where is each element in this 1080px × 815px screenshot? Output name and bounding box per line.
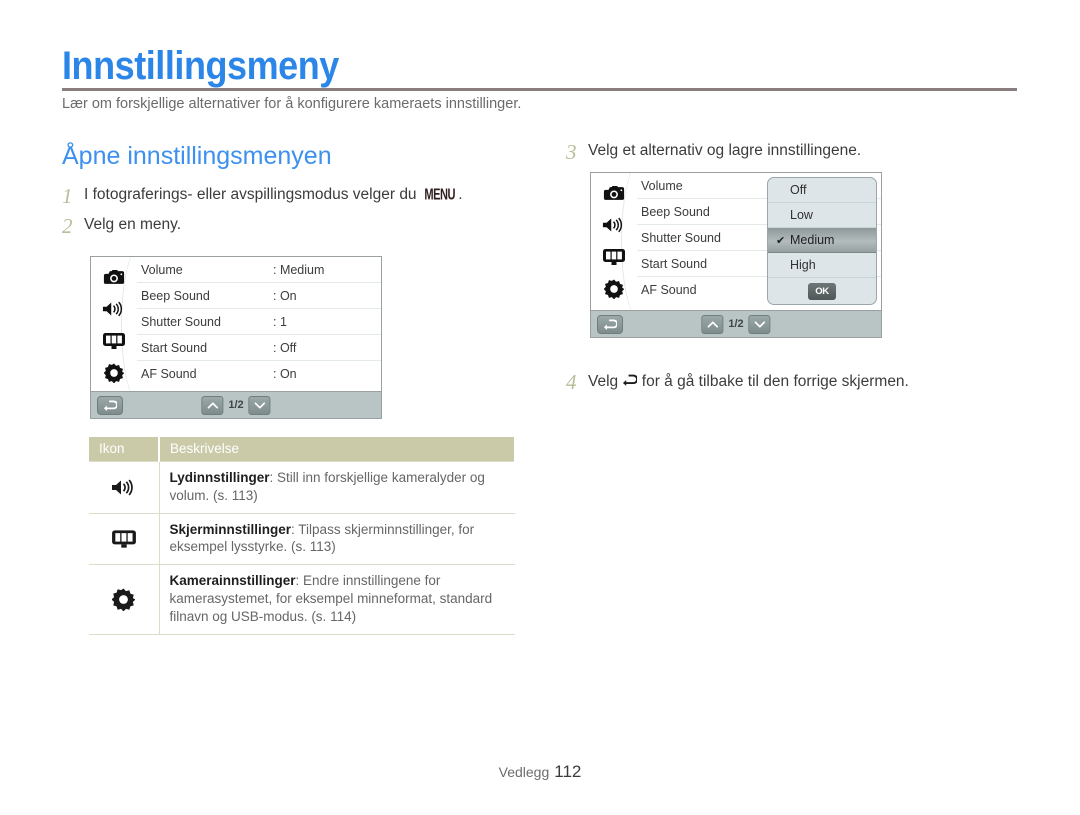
page-indicator: 1/2 bbox=[728, 318, 744, 330]
speaker-icon[interactable] bbox=[97, 297, 131, 321]
step-1-text: I fotograferings- eller avspillingsmodus… bbox=[84, 186, 463, 204]
dropdown-option-high[interactable]: High bbox=[768, 253, 876, 278]
column-header-description: Beskrivelse bbox=[159, 437, 516, 462]
menu-button-glyph-icon: MENU bbox=[424, 185, 455, 204]
step-2-number: 2 bbox=[62, 214, 73, 238]
camera-screen-1-rows: Volume : Medium Beep Sound : On Shutter … bbox=[137, 257, 381, 391]
dropdown-option-low[interactable]: Low bbox=[768, 203, 876, 228]
volume-options-dropdown[interactable]: Off Low ✔ Medium High OK bbox=[767, 177, 877, 305]
row-label: AF Sound bbox=[141, 367, 197, 381]
camera-screen-volume-dropdown[interactable]: Volume Beep Sound Shutter Sound Start So… bbox=[590, 172, 882, 338]
dropdown-option-medium[interactable]: ✔ Medium bbox=[768, 228, 876, 253]
table-header: Ikon Beskrivelse bbox=[89, 437, 516, 462]
section-heading: Åpne innstillingsmenyen bbox=[62, 142, 332, 170]
camera-screen-2-icon-rail bbox=[591, 173, 637, 310]
table-body: Lydinnstillinger: Still inn forskjellige… bbox=[89, 461, 515, 635]
table-term: Lydinnstillinger bbox=[169, 470, 270, 485]
row-value: : 1 bbox=[273, 314, 287, 329]
step-1-text-before: I fotograferings- eller avspillingsmodus… bbox=[84, 186, 421, 203]
dropdown-footer: OK bbox=[768, 278, 876, 304]
camera-screen-1-bottom-bar: 1/2 bbox=[91, 391, 381, 418]
page-down-button[interactable] bbox=[748, 314, 771, 334]
dropdown-option-label: Medium bbox=[790, 233, 835, 247]
table-term: Kamerainnstillinger bbox=[169, 573, 296, 589]
table-cell-description: Kamerainnstillinger: Endre innstillingen… bbox=[159, 564, 515, 635]
pager: 1/2 bbox=[201, 395, 271, 415]
back-button[interactable] bbox=[597, 314, 623, 334]
row-value: : Medium bbox=[273, 262, 325, 277]
camera-screen-1-icon-rail bbox=[91, 257, 137, 391]
footer-page-number: 112 bbox=[554, 762, 582, 781]
gear-icon[interactable] bbox=[597, 277, 631, 301]
row-value: : Off bbox=[273, 340, 297, 355]
camera-screen-1-body: Volume : Medium Beep Sound : On Shutter … bbox=[91, 257, 381, 391]
row-label: Beep Sound bbox=[141, 288, 210, 303]
footer-label: Vedlegg bbox=[498, 764, 550, 780]
camera-screen-2-bottom-bar: 1/2 bbox=[591, 310, 881, 337]
display-icon bbox=[89, 512, 160, 566]
table-row: Lydinnstillinger: Still inn forskjellige… bbox=[89, 461, 515, 514]
camera-menu-row[interactable]: Beep Sound : On bbox=[137, 283, 381, 309]
step-4: 4 Velg for å gå tilbake til den forrige … bbox=[566, 372, 909, 393]
row-label: Shutter Sound bbox=[141, 314, 221, 329]
title-divider bbox=[62, 88, 1017, 91]
step-4-text-after: for å gå tilbake til den forrige skjerme… bbox=[637, 373, 909, 390]
step-1-text-after: . bbox=[458, 186, 463, 203]
camera-menu-row[interactable]: Shutter Sound : 1 bbox=[137, 309, 381, 335]
step-3-text: Velg et alternativ og lagre innstillinge… bbox=[588, 142, 862, 159]
table-cell-description: Skjerminnstillinger: Tilpass skjerminnst… bbox=[159, 512, 515, 566]
camera-menu-row[interactable]: Volume : Medium bbox=[137, 257, 381, 283]
dropdown-option-off[interactable]: Off bbox=[768, 178, 876, 203]
page-title: Innstillingsmeny bbox=[62, 44, 339, 88]
speaker-icon bbox=[89, 461, 160, 514]
gear-icon bbox=[89, 564, 160, 635]
speaker-icon[interactable] bbox=[597, 213, 631, 237]
step-3-number: 3 bbox=[566, 140, 577, 164]
icon-description-table: Ikon Beskrivelse Lydinnstillinger: Still… bbox=[89, 437, 516, 635]
page-down-button[interactable] bbox=[248, 395, 271, 415]
camera-menu-row[interactable]: Start Sound : Off bbox=[137, 335, 381, 361]
gear-icon[interactable] bbox=[97, 361, 131, 385]
step-4-number: 4 bbox=[566, 370, 577, 394]
table-row: Kamerainnstillinger: Endre innstillingen… bbox=[89, 564, 515, 635]
row-label: Volume bbox=[141, 262, 183, 277]
page-indicator: 1/2 bbox=[228, 399, 244, 411]
column-header-icon: Ikon bbox=[89, 437, 160, 462]
camera-icon[interactable] bbox=[597, 181, 631, 205]
ok-button[interactable]: OK bbox=[808, 283, 836, 300]
step-1-number: 1 bbox=[62, 184, 73, 208]
row-value: : On bbox=[273, 367, 297, 381]
step-2: 2 Velg en meny. bbox=[62, 216, 181, 237]
dropdown-option-label: Off bbox=[790, 183, 807, 197]
table-cell-description: Lydinnstillinger: Still inn forskjellige… bbox=[159, 461, 515, 514]
display-icon[interactable] bbox=[97, 329, 131, 353]
page-up-button[interactable] bbox=[201, 395, 224, 415]
document-page: Innstillingsmeny Lær om forskjellige alt… bbox=[0, 0, 1080, 815]
back-arrow-icon bbox=[622, 373, 639, 392]
display-icon[interactable] bbox=[597, 245, 631, 269]
step-1: 1 I fotograferings- eller avspillingsmod… bbox=[62, 186, 463, 207]
step-4-text: Velg for å gå tilbake til den forrige sk… bbox=[588, 372, 909, 391]
dropdown-option-label: Low bbox=[790, 208, 813, 222]
table-header-row: Ikon Beskrivelse bbox=[89, 437, 516, 462]
table-term: Skjerminnstillinger bbox=[169, 521, 292, 537]
row-label: Start Sound bbox=[141, 340, 208, 355]
step-4-text-before: Velg bbox=[588, 373, 623, 390]
row-value: : On bbox=[273, 288, 297, 303]
page-subtitle: Lær om forskjellige alternativer for å k… bbox=[62, 96, 522, 112]
dropdown-check-icon: ✔ bbox=[776, 234, 786, 247]
pager: 1/2 bbox=[701, 314, 771, 334]
camera-menu-row[interactable]: AF Sound : On bbox=[137, 361, 381, 387]
step-3: 3 Velg et alternativ og lagre innstillin… bbox=[566, 142, 861, 163]
table-row: Skjerminnstillinger: Tilpass skjerminnst… bbox=[89, 512, 515, 566]
back-button[interactable] bbox=[97, 395, 123, 415]
page-footer: Vedlegg 112 bbox=[0, 762, 1080, 782]
dropdown-option-label: High bbox=[790, 258, 816, 272]
camera-icon[interactable] bbox=[97, 265, 131, 289]
step-2-text: Velg en meny. bbox=[84, 216, 182, 233]
page-up-button[interactable] bbox=[701, 314, 724, 334]
camera-screen-2-body: Volume Beep Sound Shutter Sound Start So… bbox=[591, 173, 881, 310]
camera-screen-settings-list[interactable]: Volume : Medium Beep Sound : On Shutter … bbox=[90, 256, 382, 419]
